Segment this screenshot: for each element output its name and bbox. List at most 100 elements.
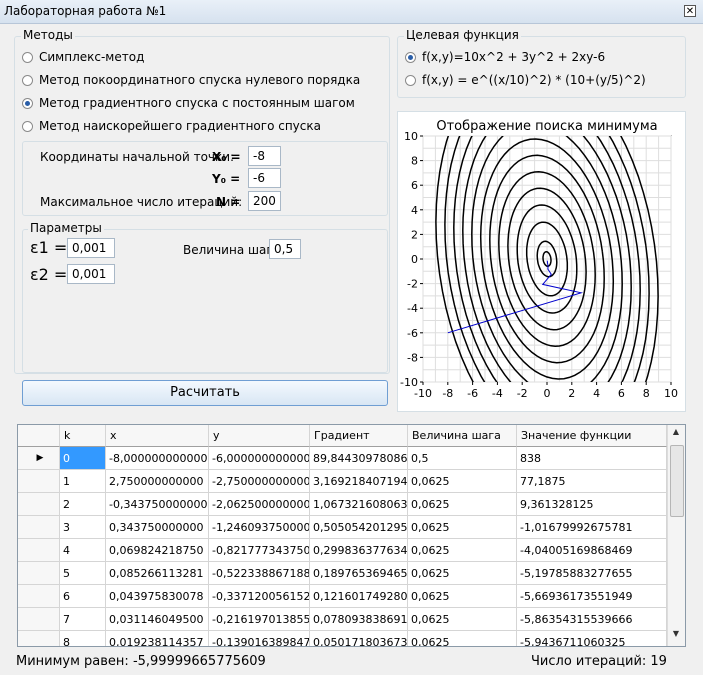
table-cell[interactable]: 5 <box>60 562 106 585</box>
contour-chart: Отображение поиска минимума -10 -8 -6 -4 -2 0… <box>400 119 678 400</box>
table-cell[interactable]: 0,0625 <box>408 493 517 516</box>
table-cell[interactable]: 1,067321608063... <box>310 493 408 516</box>
table-cell[interactable]: 0,505054201295... <box>310 516 408 539</box>
method-option-steepest-descent[interactable]: Метод наискорейшего градиентного спуска <box>22 119 321 133</box>
step-size-label: Величина шага <box>183 243 280 257</box>
row-selector[interactable] <box>18 539 60 562</box>
table-cell[interactable]: 1 <box>60 470 106 493</box>
step-size-input[interactable]: 0,5 <box>269 239 301 259</box>
table-cell[interactable]: 0,019238114357 <box>106 631 209 646</box>
table-cell[interactable]: -5,86354315539666 <box>517 608 667 631</box>
x0-input[interactable]: -8 <box>248 146 281 166</box>
y-tick-label: -6 <box>407 327 418 340</box>
table-cell[interactable]: 0,031146049500 <box>106 608 209 631</box>
column-header[interactable]: Градиент <box>310 425 408 447</box>
table-cell[interactable]: 0,0625 <box>408 562 517 585</box>
target-function-option-exponential[interactable]: f(x,y) = e^((x/10)^2) * (10+(y/5)^2) <box>405 73 646 87</box>
table-cell[interactable]: 6 <box>60 585 106 608</box>
table-cell[interactable]: 0,069824218750 <box>106 539 209 562</box>
row-selector[interactable] <box>18 608 60 631</box>
table-cell[interactable]: 0,085266113281 <box>106 562 209 585</box>
table-cell[interactable]: -0,522338867188 <box>209 562 310 585</box>
table-cell[interactable]: -1,01679992675781 <box>517 516 667 539</box>
column-header[interactable]: y <box>209 425 310 447</box>
eps1-input[interactable]: 0,001 <box>67 238 115 258</box>
radio-button-selected-icon[interactable] <box>405 52 416 63</box>
column-header[interactable]: Значение функции <box>517 425 667 447</box>
table-cell[interactable]: 0,050171803673... <box>310 631 408 646</box>
table-cell[interactable]: -0,216197013855 <box>209 608 310 631</box>
table-cell[interactable]: 0,0625 <box>408 516 517 539</box>
scroll-down-icon[interactable]: ▼ <box>670 629 682 643</box>
column-header[interactable]: Величина шага <box>408 425 517 447</box>
calculate-button[interactable]: Расчитать <box>22 380 388 406</box>
table-cell[interactable]: 0,0625 <box>408 631 517 646</box>
eps2-input[interactable]: 0,001 <box>67 264 115 284</box>
table-cell[interactable]: 0,121601749280... <box>310 585 408 608</box>
table-cell[interactable]: 0,043975830078 <box>106 585 209 608</box>
scroll-up-icon[interactable]: ▲ <box>670 427 682 441</box>
radio-button-icon[interactable] <box>22 52 33 63</box>
row-selector[interactable] <box>18 470 60 493</box>
target-function-option-quadratic[interactable]: f(x,y)=10x^2 + 3y^2 + 2xy-6 <box>405 50 605 64</box>
vertical-scrollbar[interactable]: ▲ ▼ <box>667 425 685 646</box>
row-selector[interactable] <box>18 631 60 646</box>
table-cell[interactable]: -0,343750000000 <box>106 493 209 516</box>
table-cell[interactable]: 0,343750000000 <box>106 516 209 539</box>
radio-button-selected-icon[interactable] <box>22 98 33 109</box>
table-cell[interactable]: -0,139016389847 <box>209 631 310 646</box>
table-cell[interactable]: 0,0625 <box>408 585 517 608</box>
table-cell[interactable]: 9,361328125 <box>517 493 667 516</box>
table-cell[interactable]: 0,5 <box>408 447 517 470</box>
table-cell[interactable]: 89,84430978086... <box>310 447 408 470</box>
table-cell[interactable]: 2,750000000000 <box>106 470 209 493</box>
table-cell[interactable]: -0,337120056152 <box>209 585 310 608</box>
row-selector[interactable] <box>18 562 60 585</box>
table-cell[interactable]: 77,1875 <box>517 470 667 493</box>
table-cell[interactable]: -8,000000000000 <box>106 447 209 470</box>
n-label: N = <box>216 195 241 209</box>
table-cell[interactable]: 0,0625 <box>408 539 517 562</box>
table-cell[interactable]: 8 <box>60 631 106 646</box>
y0-input[interactable]: -6 <box>248 168 281 188</box>
radio-button-icon[interactable] <box>22 75 33 86</box>
radio-button-icon[interactable] <box>405 75 416 86</box>
max-iterations-caption: Максимальное число итераций: <box>40 195 243 209</box>
table-cell[interactable]: -0,821777343750 <box>209 539 310 562</box>
table-cell[interactable]: 0 <box>60 447 106 470</box>
scroll-thumb[interactable] <box>670 445 684 517</box>
table-cell[interactable]: 2 <box>60 493 106 516</box>
row-selector[interactable] <box>18 585 60 608</box>
table-cell[interactable]: -1,246093750000 <box>209 516 310 539</box>
table-cell[interactable]: 838 <box>517 447 667 470</box>
table-cell[interactable]: -5,66936173551949 <box>517 585 667 608</box>
table-cell[interactable]: -2,750000000000 <box>209 470 310 493</box>
y-tick-label: 0 <box>411 253 418 266</box>
table-cell[interactable]: 0,299836377634... <box>310 539 408 562</box>
max-iterations-input[interactable]: 200 <box>248 191 281 211</box>
table-cell[interactable]: 0,0625 <box>408 608 517 631</box>
close-button[interactable]: ✕ <box>684 5 696 17</box>
table-cell[interactable]: 4 <box>60 539 106 562</box>
method-option-coordinate-descent[interactable]: Метод покоординатного спуска нулевого по… <box>22 73 360 87</box>
method-option-gradient-constant-step[interactable]: Метод градиентного спуска с постоянным ш… <box>22 96 355 110</box>
radio-button-icon[interactable] <box>22 121 33 132</box>
table-cell[interactable]: 0,189765369465... <box>310 562 408 585</box>
table-cell[interactable]: 0,078093838691... <box>310 608 408 631</box>
row-selector[interactable] <box>18 493 60 516</box>
row-selector[interactable] <box>18 516 60 539</box>
row-selector[interactable]: ▶ <box>18 447 60 470</box>
table-cell[interactable]: -6,000000000000 <box>209 447 310 470</box>
column-header[interactable]: x <box>106 425 209 447</box>
column-header[interactable]: k <box>60 425 106 447</box>
table-cell[interactable]: 0,0625 <box>408 470 517 493</box>
table-cell[interactable]: 7 <box>60 608 106 631</box>
table-cell[interactable]: 3,169218407194... <box>310 470 408 493</box>
method-option-simplex[interactable]: Симплекс-метод <box>22 50 144 64</box>
chart-panel: Отображение поиска минимума -10 -8 -6 -4 -2 0… <box>397 111 686 412</box>
table-cell[interactable]: 3 <box>60 516 106 539</box>
table-cell[interactable]: -2,062500000000 <box>209 493 310 516</box>
table-cell[interactable]: -5,19785883277655 <box>517 562 667 585</box>
table-cell[interactable]: -5,9436711060325 <box>517 631 667 646</box>
table-cell[interactable]: -4,04005169868469 <box>517 539 667 562</box>
